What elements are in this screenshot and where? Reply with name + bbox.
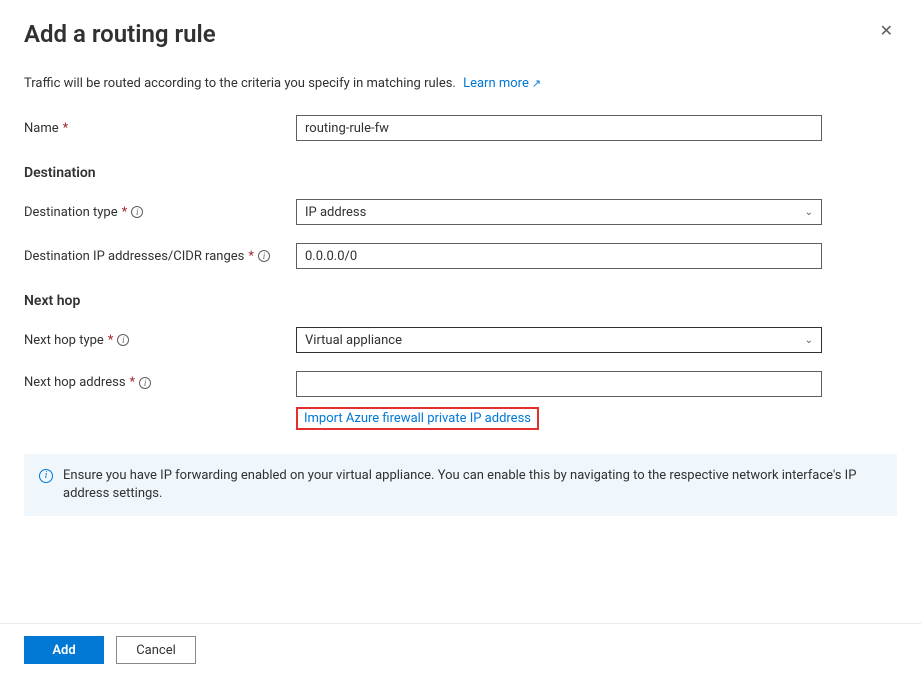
info-icon[interactable]: i [131,206,143,218]
info-banner-text: Ensure you have IP forwarding enabled on… [63,467,882,503]
required-indicator: * [122,205,128,220]
intro-description: Traffic will be routed according to the … [24,76,456,91]
destination-type-label: Destination type * i [24,205,296,220]
learn-more-label: Learn more [463,76,529,91]
next-hop-address-label-text: Next hop address [24,375,126,390]
learn-more-link[interactable]: Learn more↗ [463,76,541,91]
info-icon[interactable]: i [139,377,151,389]
info-icon: i [39,469,53,483]
name-label-text: Name [24,121,59,136]
external-link-icon: ↗ [532,77,541,90]
import-firewall-ip-link[interactable]: Import Azure firewall private IP address [304,411,531,426]
next-hop-type-select[interactable]: Virtual appliance ⌄ [296,327,822,353]
name-input[interactable] [296,115,822,141]
destination-cidr-label: Destination IP addresses/CIDR ranges * i [24,249,296,264]
footer-bar: Add Cancel [0,623,921,676]
next-hop-address-input[interactable] [296,371,822,397]
next-hop-type-label-text: Next hop type [24,333,104,348]
required-indicator: * [248,249,254,264]
required-indicator: * [108,333,114,348]
required-indicator: * [63,121,69,136]
info-icon[interactable]: i [258,250,270,262]
add-button[interactable]: Add [24,636,104,664]
next-hop-type-label: Next hop type * i [24,333,296,348]
chevron-down-icon: ⌄ [805,335,813,346]
info-banner: i Ensure you have IP forwarding enabled … [24,454,897,516]
next-hop-address-label: Next hop address * i [24,371,296,390]
destination-type-select[interactable]: IP address ⌄ [296,199,822,225]
destination-cidr-label-text: Destination IP addresses/CIDR ranges [24,249,244,264]
intro-text: Traffic will be routed according to the … [24,76,897,91]
next-hop-section-title: Next hop [24,293,897,309]
destination-type-value: IP address [305,205,366,220]
cancel-button[interactable]: Cancel [116,636,196,664]
destination-section-title: Destination [24,165,897,181]
destination-cidr-input[interactable] [296,243,822,269]
chevron-down-icon: ⌄ [805,207,813,218]
import-highlight-box: Import Azure firewall private IP address [296,407,539,430]
info-icon[interactable]: i [117,334,129,346]
page-title: Add a routing rule [24,20,216,48]
destination-type-label-text: Destination type [24,205,118,220]
required-indicator: * [130,375,136,390]
close-button[interactable]: ✕ [876,20,897,44]
close-icon: ✕ [880,23,893,40]
panel-header: Add a routing rule ✕ [24,20,897,48]
name-label: Name * [24,121,296,136]
next-hop-type-value: Virtual appliance [305,333,402,348]
